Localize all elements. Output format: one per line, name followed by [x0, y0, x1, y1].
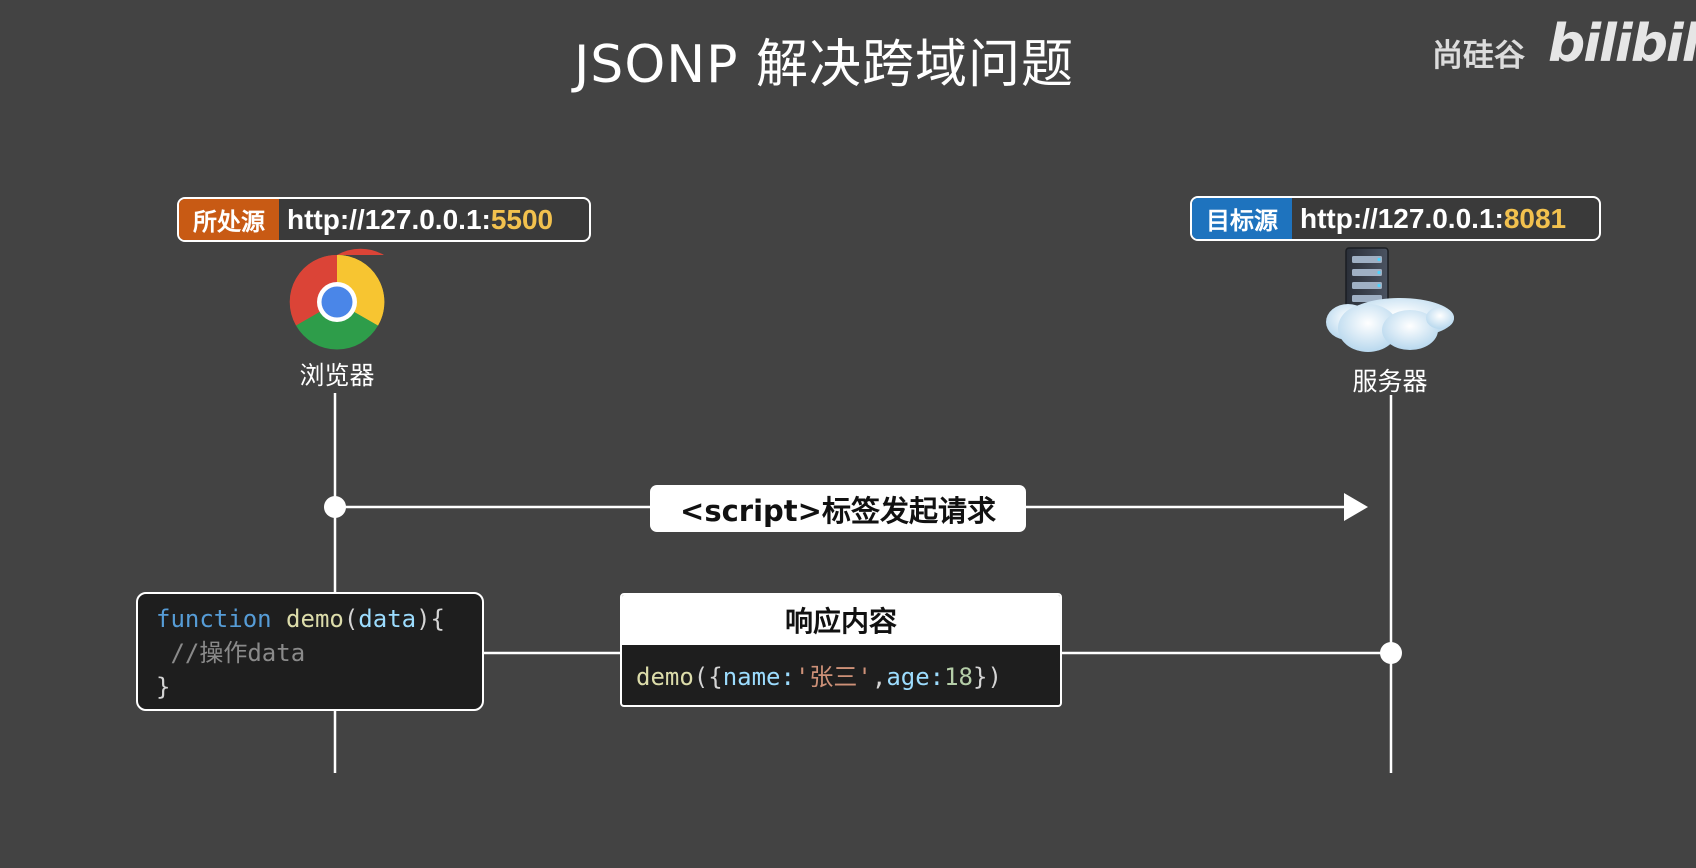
- code-keyword: function: [156, 605, 272, 633]
- chrome-icon: [289, 248, 385, 350]
- code-close-signature: ){: [416, 605, 445, 633]
- response-start-dot: [1380, 642, 1402, 664]
- response-body: demo({name:'张三',age:18}): [622, 645, 1060, 692]
- code-function-name: demo: [286, 605, 344, 633]
- request-start-dot: [324, 496, 346, 518]
- code-line-2: //操作data: [156, 636, 482, 670]
- response-value-name: '张三': [794, 663, 872, 691]
- cloud-server-icon: [1326, 247, 1454, 352]
- response-close: }): [973, 663, 1002, 691]
- sequence-diagram: [289, 247, 1454, 773]
- response-key-age: age:: [886, 663, 945, 691]
- code-comment: //操作data: [170, 639, 306, 667]
- code-param: data: [358, 605, 417, 633]
- response-key-name: name:: [722, 663, 795, 691]
- code-line-3: }: [156, 670, 482, 704]
- code-open-paren: (: [343, 605, 359, 633]
- request-arrowhead: [1344, 493, 1368, 521]
- response-value-age: 18: [944, 663, 974, 691]
- code-line-1: function demo(data){: [156, 602, 482, 636]
- response-header: 响应内容: [622, 595, 1060, 645]
- response-box: 响应内容 demo({name:'张三',age:18}): [620, 593, 1062, 707]
- server-label: 服务器: [1352, 367, 1428, 396]
- callback-code-box: function demo(data){ //操作data }: [136, 592, 484, 711]
- response-function: demo: [636, 663, 694, 691]
- code-close-brace: }: [156, 673, 171, 701]
- response-open: ({: [693, 663, 723, 691]
- browser-label: 浏览器: [299, 361, 375, 390]
- request-label: <script>标签发起请求: [650, 485, 1026, 532]
- response-comma: ,: [871, 663, 887, 691]
